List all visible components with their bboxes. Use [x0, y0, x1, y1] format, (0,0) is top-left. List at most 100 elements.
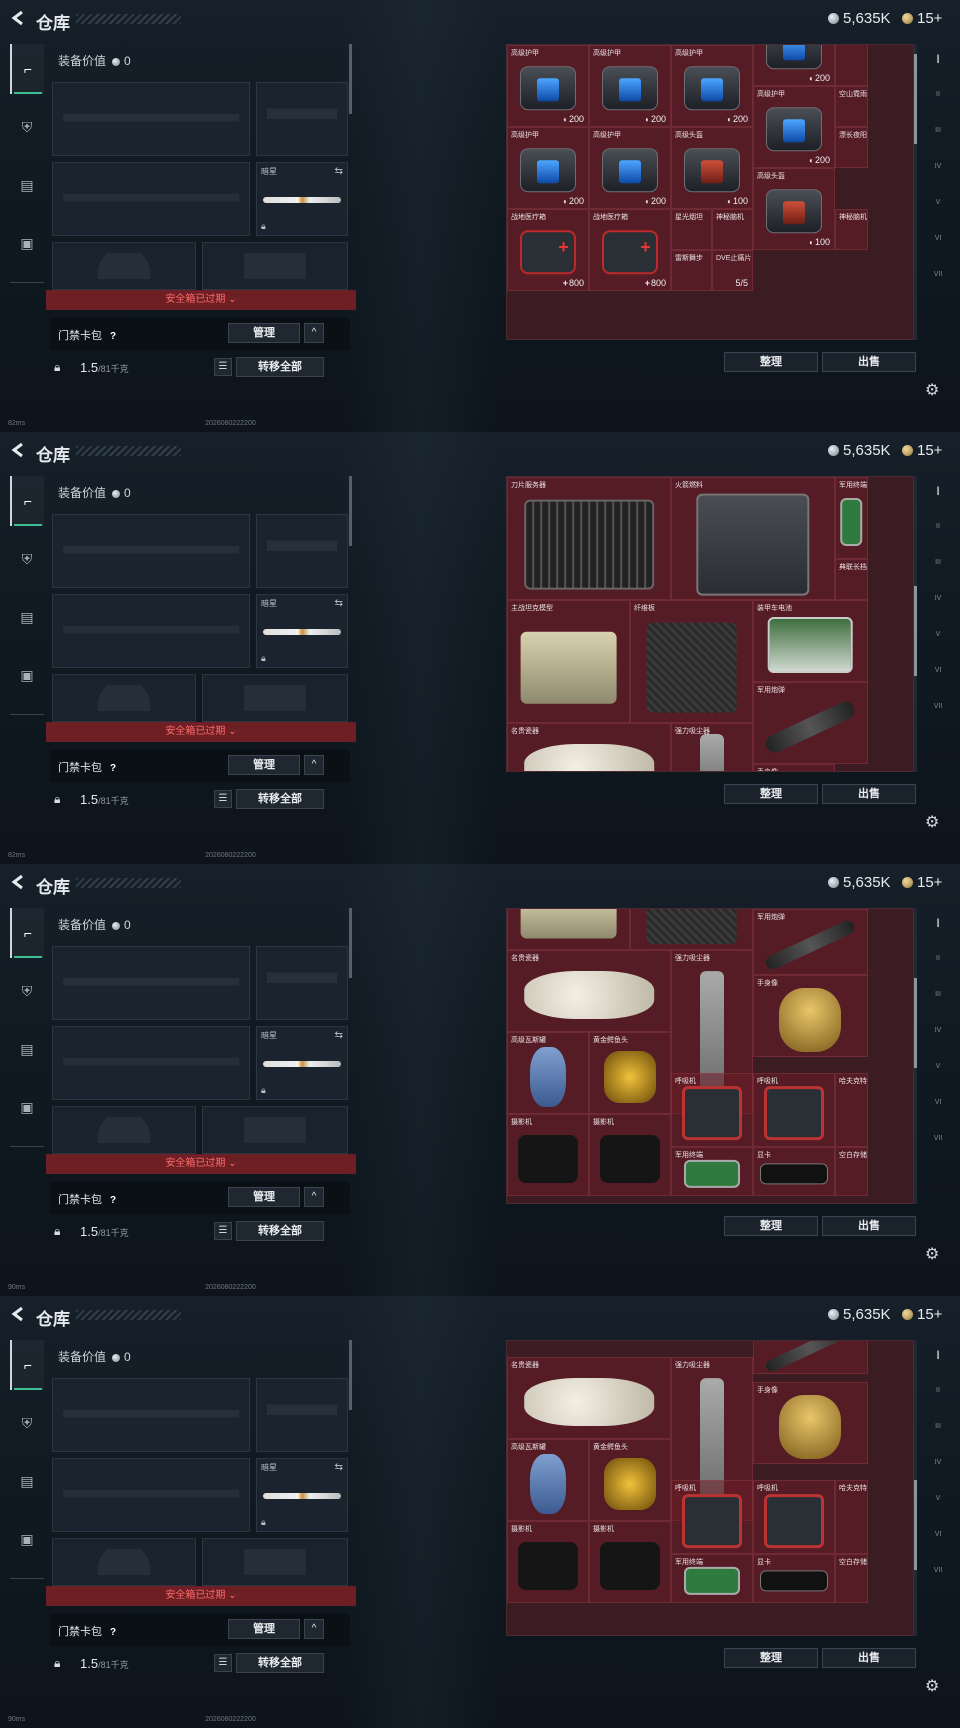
storage-page-tab[interactable]: II [922, 512, 954, 542]
helmet-slot[interactable] [52, 1106, 196, 1154]
back-icon[interactable] [10, 442, 26, 458]
storage-page-tab[interactable]: IV [922, 1448, 954, 1478]
help-icon[interactable]: ? [110, 1195, 116, 1206]
pistol-slot[interactable] [256, 1378, 348, 1452]
stash-item[interactable]: 显卡 [753, 1554, 835, 1604]
safe-box-expired-banner[interactable]: 安全箱已过期 ⌄ [46, 722, 356, 742]
collapse-button[interactable]: ^ [304, 1187, 324, 1207]
stash-scroll-thumb[interactable] [914, 586, 917, 676]
gear-icon[interactable]: ⚙ [925, 812, 939, 832]
stash-item[interactable]: 高级头盔 ◐100 [753, 168, 835, 250]
back-icon[interactable] [10, 874, 26, 890]
help-icon[interactable]: ? [110, 763, 116, 774]
stash-item[interactable]: 手身像 [753, 764, 835, 771]
stash-item[interactable]: 空白存储 [835, 1146, 868, 1196]
primary-weapon-slot[interactable] [52, 946, 250, 1020]
stash-item[interactable]: 高级瓦斯罐 [507, 1032, 589, 1114]
melee-slot[interactable]: 暗星 ⇆ 🔒︎ [256, 1458, 348, 1532]
weapon-tab[interactable]: ⌐ [10, 476, 44, 526]
stash-item[interactable]: 名贵瓷器 [507, 950, 671, 1032]
stash-item[interactable]: 呼吸机 [671, 1480, 753, 1555]
primary-weapon-slot[interactable] [52, 514, 250, 588]
stash-item[interactable]: 呼吸机 [753, 1073, 835, 1147]
case-tab[interactable]: ▣ [10, 650, 44, 700]
armor-slot[interactable] [202, 242, 348, 290]
stash-scrollbar[interactable] [914, 476, 917, 772]
stash-item[interactable]: 显卡 [753, 1146, 835, 1196]
backpack-tab[interactable]: ▤ [10, 160, 44, 210]
stash-item[interactable]: 强力吸尘器 [671, 723, 753, 771]
back-icon[interactable] [10, 10, 26, 26]
silver-currency[interactable]: 5,635K [828, 1306, 891, 1323]
gear-icon[interactable]: ⚙ [925, 1676, 939, 1696]
stash-scroll-thumb[interactable] [914, 54, 917, 144]
storage-page-tab[interactable]: III [922, 980, 954, 1010]
stash-item[interactable]: 神秘脑机 [835, 209, 868, 250]
list-view-button[interactable]: ☰ [214, 790, 232, 808]
weapon-tab[interactable]: ⌐ [10, 908, 44, 958]
stash-scrollbar[interactable] [914, 44, 917, 340]
stash-item[interactable]: 名贵瓷器 [507, 723, 671, 771]
secondary-weapon-slot[interactable] [52, 1026, 250, 1100]
swap-icon[interactable]: ⇆ [335, 598, 343, 609]
stash-item[interactable]: 战地医疗箱 +800 [589, 209, 671, 291]
gold-currency[interactable]: 15+ [902, 10, 942, 27]
list-view-button[interactable]: ☰ [214, 1654, 232, 1672]
stash-item[interactable]: 主战坦克模型 [507, 600, 630, 723]
silver-currency[interactable]: 5,635K [828, 10, 891, 27]
stash-item[interactable] [507, 909, 630, 950]
melee-slot[interactable]: 暗星 ⇆ 🔒︎ [256, 594, 348, 668]
transfer-all-button[interactable]: 转移全部 [236, 1221, 324, 1241]
case-tab[interactable]: ▣ [10, 1082, 44, 1132]
storage-page-tab[interactable]: I [922, 44, 954, 74]
storage-page-tab[interactable]: II [922, 944, 954, 974]
transfer-all-button[interactable]: 转移全部 [236, 789, 324, 809]
storage-page-tab[interactable]: III [922, 1412, 954, 1442]
stash-item[interactable]: 手身像 [753, 1382, 868, 1464]
stash-scroll-thumb[interactable] [914, 1480, 917, 1570]
storage-page-tab[interactable]: IV [922, 1016, 954, 1046]
sell-button[interactable]: 出售 [822, 1648, 916, 1668]
storage-page-tab[interactable]: VII [922, 260, 954, 290]
storage-page-tab[interactable]: III [922, 548, 954, 578]
stash-item[interactable]: 高级头盔 ◐100 [671, 127, 753, 209]
manage-button[interactable]: 管理 [228, 1187, 300, 1207]
storage-page-tab[interactable]: V [922, 1484, 954, 1514]
armor-tab[interactable]: ⛨ [10, 534, 44, 584]
storage-page-tab[interactable]: I [922, 908, 954, 938]
sort-button[interactable]: 整理 [724, 352, 818, 372]
swap-icon[interactable]: ⇆ [335, 166, 343, 177]
stash-item[interactable]: 军用终端 [835, 477, 868, 559]
silver-currency[interactable]: 5,635K [828, 442, 891, 459]
stash-item[interactable]: 典联长档 [835, 559, 868, 600]
gear-icon[interactable]: ⚙ [925, 1244, 939, 1264]
stash-item[interactable]: 高级护甲◐200 [753, 45, 835, 86]
stash-item[interactable]: 神秘脑机 [712, 209, 753, 250]
stash-scrollbar[interactable] [914, 1340, 917, 1636]
helmet-slot[interactable] [52, 242, 196, 290]
sell-button[interactable]: 出售 [822, 784, 916, 804]
backpack-tab[interactable]: ▤ [10, 1024, 44, 1074]
stash-item[interactable]: 空白存储 [835, 1554, 868, 1604]
equipment-scrollbar[interactable] [349, 44, 352, 114]
storage-page-tab[interactable]: VI [922, 224, 954, 254]
armor-tab[interactable]: ⛨ [10, 1398, 44, 1448]
storage-page-tab[interactable]: VII [922, 692, 954, 722]
stash-item[interactable]: 摄影机 [589, 1114, 671, 1196]
case-tab[interactable]: ▣ [10, 218, 44, 268]
storage-page-tab[interactable]: V [922, 188, 954, 218]
stash-item[interactable]: 装甲车电池 [753, 600, 868, 682]
equipment-scrollbar[interactable] [349, 1340, 352, 1410]
collapse-button[interactable]: ^ [304, 323, 324, 343]
safe-box-expired-banner[interactable]: 安全箱已过期 ⌄ [46, 1154, 356, 1174]
melee-slot[interactable]: 暗星 ⇆ 🔒︎ [256, 162, 348, 236]
collapse-button[interactable]: ^ [304, 755, 324, 775]
stash-item[interactable]: DVE止痛片 5/5 [712, 250, 753, 291]
armor-slot[interactable] [202, 674, 348, 722]
storage-page-tab[interactable]: III [922, 116, 954, 146]
manage-button[interactable]: 管理 [228, 1619, 300, 1639]
primary-weapon-slot[interactable] [52, 82, 250, 156]
storage-page-tab[interactable]: II [922, 80, 954, 110]
stash-scroll-thumb[interactable] [914, 978, 917, 1068]
safe-box-expired-banner[interactable]: 安全箱已过期 ⌄ [46, 290, 356, 310]
